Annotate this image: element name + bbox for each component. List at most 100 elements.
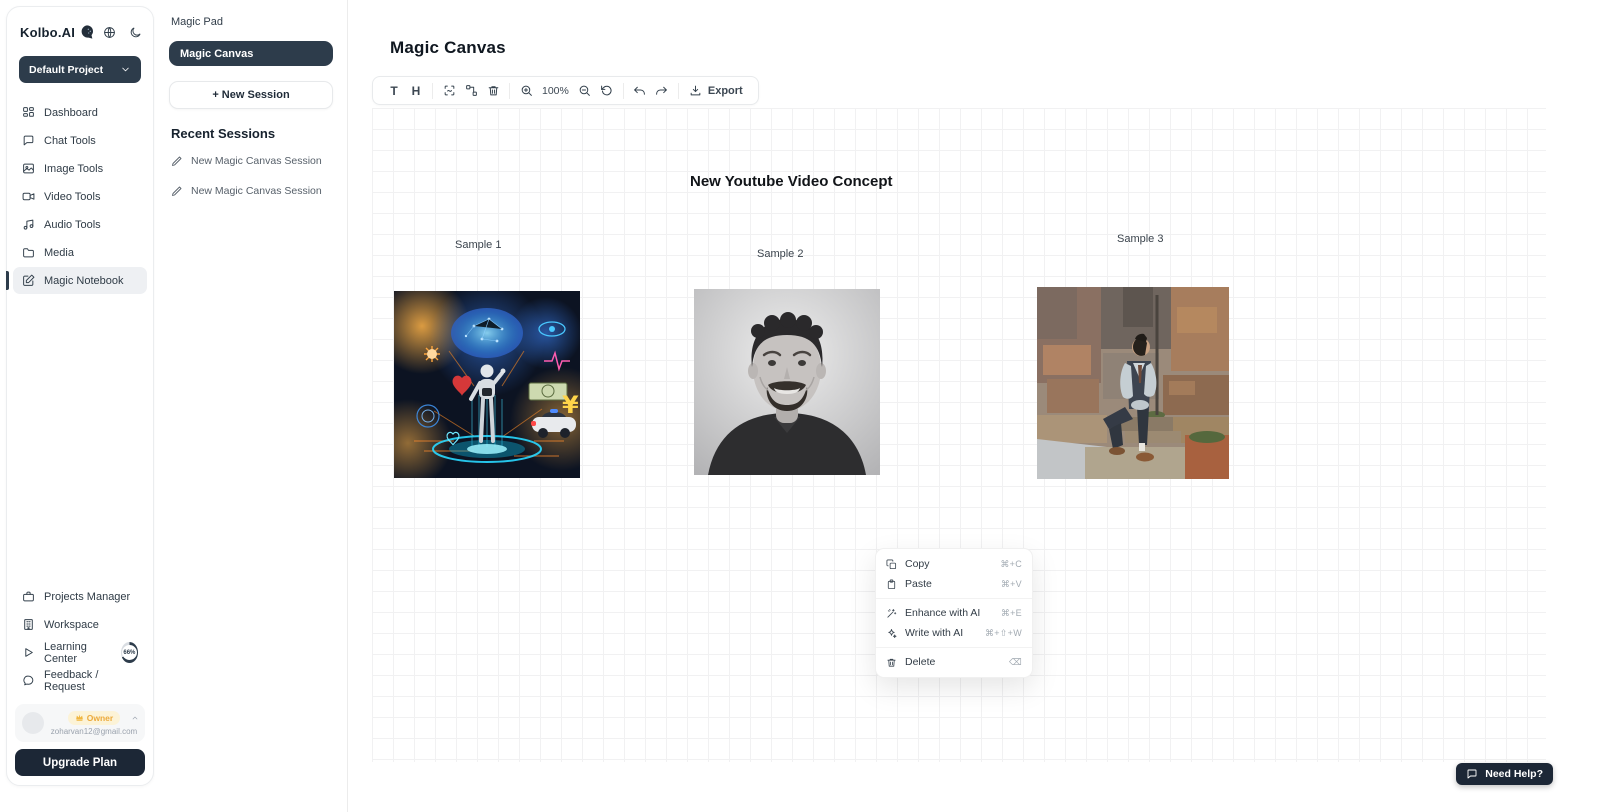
svg-text:¥: ¥ [562,391,579,419]
nav-label: Magic Notebook [44,275,124,287]
magic-canvas-grid[interactable]: New Youtube Video Concept Sample 1 Sampl… [372,108,1546,762]
text-tool-button[interactable]: T [383,80,405,102]
delete-tool-button[interactable] [482,80,504,102]
menu-divider [876,598,1032,599]
sample-2-label[interactable]: Sample 2 [757,248,803,260]
copy-icon [886,559,897,570]
dark-mode-moon-icon[interactable] [129,26,142,39]
session-list-item[interactable]: New Magic Canvas Session [155,146,347,176]
magic-pad-label: Magic Pad [171,16,223,28]
ai-head-icon [79,24,95,40]
learning-progress-value: 66% [122,645,137,660]
menu-shortcut: ⌘+V [1001,579,1022,590]
menu-item-copy[interactable]: Copy ⌘+C [876,554,1032,574]
nav-label: Feedback / Request [44,669,138,693]
undo-button[interactable] [629,80,651,102]
sidebar-item-dashboard[interactable]: Dashboard [13,99,147,126]
nav-label: Image Tools [44,163,103,175]
menu-label: Copy [905,558,930,570]
sample-3-label[interactable]: Sample 3 [1117,233,1163,245]
sidebar-item-workspace[interactable]: Workspace [13,611,147,638]
sidebar-item-learning-center[interactable]: Learning Center 66% [13,639,147,666]
menu-shortcut: ⌘+E [1001,608,1022,619]
tab-magic-canvas[interactable]: Magic Canvas [169,41,333,66]
heading-tool-label: H [412,84,421,98]
avatar [22,712,44,734]
sidebar-item-video-tools[interactable]: Video Tools [13,183,147,210]
sparkles-icon [886,628,897,639]
text-tool-label: T [390,84,397,98]
menu-item-write-ai[interactable]: Write with AI ⌘+⇧+W [876,623,1032,643]
feedback-chat-icon [22,674,35,687]
menu-shortcut: ⌘+⇧+W [985,628,1022,639]
sidebar-item-media[interactable]: Media [13,239,147,266]
chat-icon [22,134,35,147]
undo-icon [633,84,646,97]
crown-icon [75,713,84,722]
role-badge: Owner [68,711,120,725]
app-logo: Kolbo.AI [20,25,75,40]
download-icon [689,84,702,97]
sample-1-label[interactable]: Sample 1 [455,239,501,251]
logo-row: Kolbo.AI [7,7,153,52]
sidebar-item-magic-notebook[interactable]: Magic Notebook [13,267,147,294]
trash-icon [487,84,500,97]
sessions-panel: Magic Pad Magic Canvas + New Session Rec… [155,0,348,812]
app-sidebar: Kolbo.AI Default Project Dashboard Chat … [6,6,154,786]
pencil-icon [171,155,183,167]
project-selector[interactable]: Default Project [19,56,141,83]
zoom-out-button[interactable] [574,80,596,102]
sidebar-item-feedback[interactable]: Feedback / Request [13,667,147,694]
menu-label: Delete [905,656,935,668]
magic-canvas-label: Magic Canvas [180,48,253,60]
need-help-button[interactable]: Need Help? [1456,763,1553,785]
sidebar-item-projects-manager[interactable]: Projects Manager [13,583,147,610]
audio-icon [22,218,35,231]
sidebar-item-image-tools[interactable]: Image Tools [13,155,147,182]
zoom-level: 100% [537,85,574,97]
menu-item-paste[interactable]: Paste ⌘+V [876,574,1032,594]
nav-label: Chat Tools [44,135,96,147]
sidebar-item-audio-tools[interactable]: Audio Tools [13,211,147,238]
menu-item-delete[interactable]: Delete ⌫ [876,652,1032,672]
user-profile-card[interactable]: Owner zoharvan12@gmail.com [15,704,145,742]
tab-magic-pad[interactable]: Magic Pad [155,0,347,32]
sample-image-ruins[interactable] [1037,287,1229,479]
media-folder-icon [22,246,35,259]
menu-label: Paste [905,578,932,590]
ai-select-button[interactable] [438,80,460,102]
recent-sessions-heading: Recent Sessions [155,109,347,146]
nav-label: Audio Tools [44,219,101,231]
canvas-heading[interactable]: New Youtube Video Concept [690,173,893,190]
new-session-button[interactable]: + New Session [169,81,333,109]
magic-wand-icon [886,608,897,619]
new-session-label: + New Session [212,89,289,101]
redo-button[interactable] [651,80,673,102]
nav-label: Video Tools [44,191,100,203]
zoom-in-button[interactable] [515,80,537,102]
user-info: Owner zoharvan12@gmail.com [50,711,138,736]
heading-tool-button[interactable]: H [405,80,427,102]
sample-image-portrait[interactable] [694,289,880,475]
nav-label: Projects Manager [44,591,130,603]
rotate-ccw-icon [600,84,613,97]
sample-image-ai-robot[interactable]: ¥ [394,291,580,478]
reset-view-button[interactable] [596,80,618,102]
export-button[interactable]: Export [684,84,748,97]
session-list-item[interactable]: New Magic Canvas Session [155,176,347,206]
ai-select-icon [443,84,456,97]
image-icon [22,162,35,175]
menu-item-enhance-ai[interactable]: Enhance with AI ⌘+E [876,603,1032,623]
menu-label: Write with AI [905,627,963,639]
upgrade-plan-button[interactable]: Upgrade Plan [15,749,145,776]
nav-label: Dashboard [44,107,98,119]
language-globe-icon[interactable] [103,26,116,39]
role-label: Owner [87,713,113,723]
sidebar-footer: Projects Manager Workspace Learning Cent… [7,582,153,776]
connector-button[interactable] [460,80,482,102]
nav-label: Learning Center [44,641,109,665]
sidebar-item-chat-tools[interactable]: Chat Tools [13,127,147,154]
dashboard-icon [22,106,35,119]
zoom-in-icon [520,84,533,97]
nav-label: Workspace [44,619,99,631]
